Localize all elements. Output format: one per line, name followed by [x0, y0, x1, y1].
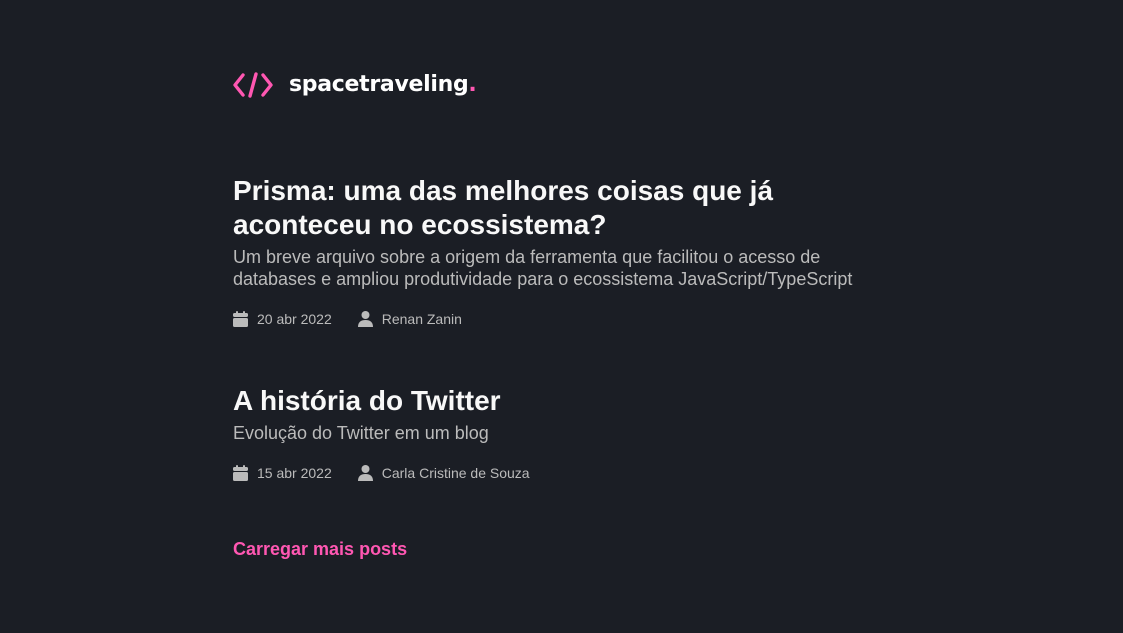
post-subtitle: Um breve arquivo sobre a origem da ferra…: [233, 247, 853, 289]
code-brackets-icon: [233, 72, 273, 98]
calendar-icon: [233, 465, 248, 481]
post-date-text: 20 abr 2022: [257, 311, 332, 327]
logo-text: spacetraveling: [289, 72, 469, 97]
post-item: Prisma: uma das melhores coisas que já a…: [233, 174, 893, 328]
post-author-text: Carla Cristine de Souza: [381, 465, 530, 481]
post-author: Carla Cristine de Souza: [357, 465, 530, 481]
post-title-link[interactable]: Prisma: uma das melhores coisas que já a…: [233, 174, 893, 242]
post-date: 15 abr 2022: [233, 465, 332, 481]
post-author: Renan Zanin: [357, 311, 462, 327]
post-meta: 20 abr 2022 Renan Zanin: [233, 310, 893, 328]
load-more-button[interactable]: Carregar mais posts: [233, 538, 407, 560]
user-icon: [357, 311, 373, 327]
user-icon: [357, 465, 373, 481]
post-author-text: Renan Zanin: [381, 311, 462, 327]
post-date-text: 15 abr 2022: [257, 465, 332, 481]
post-title-link[interactable]: A história do Twitter: [233, 384, 893, 418]
calendar-icon: [233, 311, 248, 327]
post-date: 20 abr 2022: [233, 311, 332, 327]
logo-dot: .: [468, 72, 477, 97]
site-logo[interactable]: spacetraveling.: [233, 70, 477, 100]
post-subtitle: Evolução do Twitter em um blog: [233, 423, 489, 443]
post-item: A história do Twitter Evolução do Twitte…: [233, 384, 893, 482]
post-meta: 15 abr 2022 Carla Cristine de Souza: [233, 464, 893, 482]
